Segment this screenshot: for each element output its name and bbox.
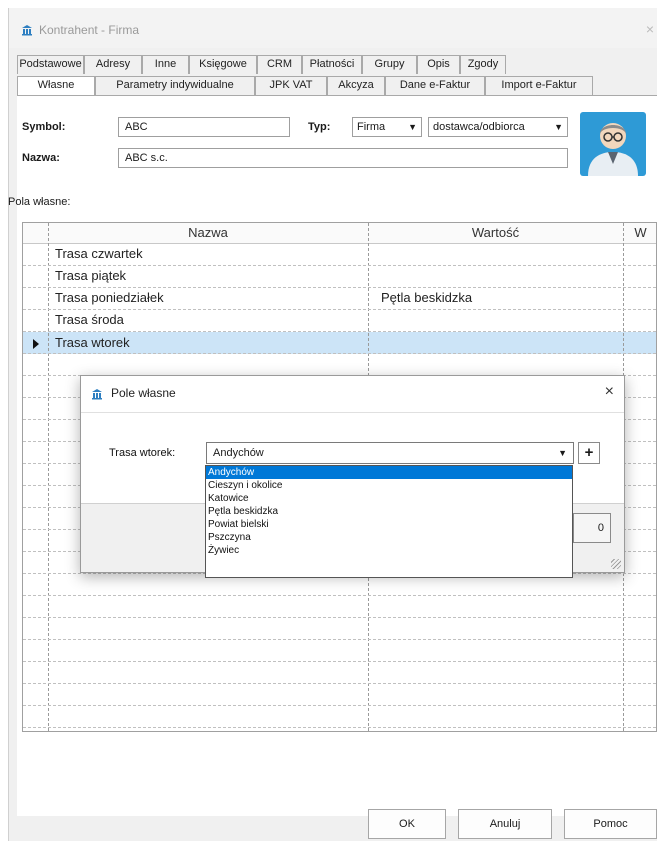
dropdown-option[interactable]: Pszczyna: [206, 531, 572, 544]
symbol-field[interactable]: ABC: [118, 117, 290, 137]
symbol-label: Symbol:: [22, 121, 66, 133]
nazwa-label: Nazwa:: [22, 152, 60, 164]
tab-adresy[interactable]: Adresy: [84, 55, 142, 74]
grid-row-line: [23, 727, 656, 728]
cancel-button[interactable]: Anuluj: [458, 809, 552, 839]
typ-value: Firma: [357, 121, 386, 133]
dropdown-option[interactable]: Żywiec: [206, 544, 572, 557]
grid-row-line: [23, 683, 656, 684]
dialog-button[interactable]: 0: [573, 513, 611, 543]
help-button[interactable]: Pomoc: [564, 809, 657, 839]
contractor-avatar[interactable]: [580, 112, 646, 176]
trasa-select[interactable]: Andychów ▼: [206, 442, 574, 464]
person-icon: [588, 123, 638, 176]
close-icon[interactable]: ×: [605, 383, 614, 401]
ok-button[interactable]: OK: [368, 809, 446, 839]
chevron-down-icon: ▼: [554, 122, 563, 132]
cell-name[interactable]: Trasa czwartek: [55, 243, 143, 265]
typ-label: Typ:: [308, 121, 331, 133]
cell-name[interactable]: Trasa piątek: [55, 265, 126, 287]
tab-import-efaktur[interactable]: Import e-Faktur: [485, 76, 593, 95]
grid-row-line: [23, 595, 656, 596]
grid-row-line: [23, 705, 656, 706]
cell-name[interactable]: Trasa poniedziałek: [55, 287, 164, 309]
tab-ksiegowe[interactable]: Księgowe: [189, 55, 257, 74]
grid-row-line: [23, 639, 656, 640]
cell-name[interactable]: Trasa wtorek: [55, 332, 130, 354]
dropdown-option[interactable]: Cieszyn i okolice: [206, 479, 572, 492]
dropdown-option[interactable]: Powiat bielski: [206, 518, 572, 531]
tab-wlasne[interactable]: Własne: [17, 76, 95, 95]
trasa-value: Andychów: [213, 447, 264, 459]
title-bar: Kontrahent - Firma ×: [9, 8, 657, 48]
typ-select[interactable]: Firma ▼: [352, 117, 422, 137]
role-select[interactable]: dostawca/odbiorca ▼: [428, 117, 568, 137]
pola-wlasne-label: Pola własne:: [8, 196, 71, 208]
chevron-down-icon: ▼: [558, 448, 567, 458]
tab-opis[interactable]: Opis: [417, 55, 460, 74]
grid-row-line: [23, 617, 656, 618]
tab-grupy[interactable]: Grupy: [362, 55, 417, 74]
tab-akcyza[interactable]: Akcyza: [327, 76, 385, 95]
tab-parametry-indywidualne[interactable]: Parametry indywidualne: [95, 76, 255, 95]
tab-jpk-vat[interactable]: JPK VAT: [255, 76, 327, 95]
tab-row-1: Podstawowe Adresy Inne Księgowe CRM Płat…: [17, 55, 657, 74]
add-value-button[interactable]: +: [578, 442, 600, 464]
column-header-wartosc[interactable]: Wartość: [368, 223, 623, 243]
tab-podstawowe[interactable]: Podstawowe: [17, 55, 84, 74]
tab-zgody[interactable]: Zgody: [460, 55, 506, 74]
dialog-title-bar: Pole własne ×: [81, 376, 624, 412]
app-icon: [22, 25, 32, 36]
resize-grip-icon[interactable]: [611, 559, 621, 569]
chevron-down-icon: ▼: [408, 122, 417, 132]
row-pointer-icon: [33, 339, 39, 349]
tab-platnosci[interactable]: Płatności: [302, 55, 362, 74]
trasa-dropdown-list: Andychów Cieszyn i okolice Katowice Pętl…: [205, 465, 573, 578]
tab-crm[interactable]: CRM: [257, 55, 302, 74]
tab-dane-efaktur[interactable]: Dane e-Faktur: [385, 76, 485, 95]
window-title: Kontrahent - Firma: [39, 23, 140, 37]
field-label: Trasa wtorek:: [109, 447, 176, 459]
close-icon[interactable]: ×: [646, 21, 654, 37]
nazwa-field[interactable]: ABC s.c.: [118, 148, 568, 168]
app-icon: [92, 389, 102, 400]
cell-name[interactable]: Trasa środa: [55, 309, 124, 331]
cell-value[interactable]: Pętla beskidzka: [381, 287, 472, 309]
dropdown-option[interactable]: Katowice: [206, 492, 572, 505]
dropdown-option[interactable]: Pętla beskidzka: [206, 505, 572, 518]
grid-header: Nazwa Wartość W: [23, 223, 656, 244]
tab-row-2: Własne Parametry indywidualne JPK VAT Ak…: [17, 76, 657, 95]
tab-inne[interactable]: Inne: [142, 55, 189, 74]
dialog-title: Pole własne: [111, 386, 176, 400]
dropdown-option[interactable]: Andychów: [206, 466, 572, 479]
role-value: dostawca/odbiorca: [433, 121, 525, 133]
column-header-nazwa[interactable]: Nazwa: [48, 223, 368, 243]
grid-divider: [48, 223, 49, 731]
column-header-w[interactable]: W: [623, 223, 656, 243]
grid-row-line: [23, 661, 656, 662]
